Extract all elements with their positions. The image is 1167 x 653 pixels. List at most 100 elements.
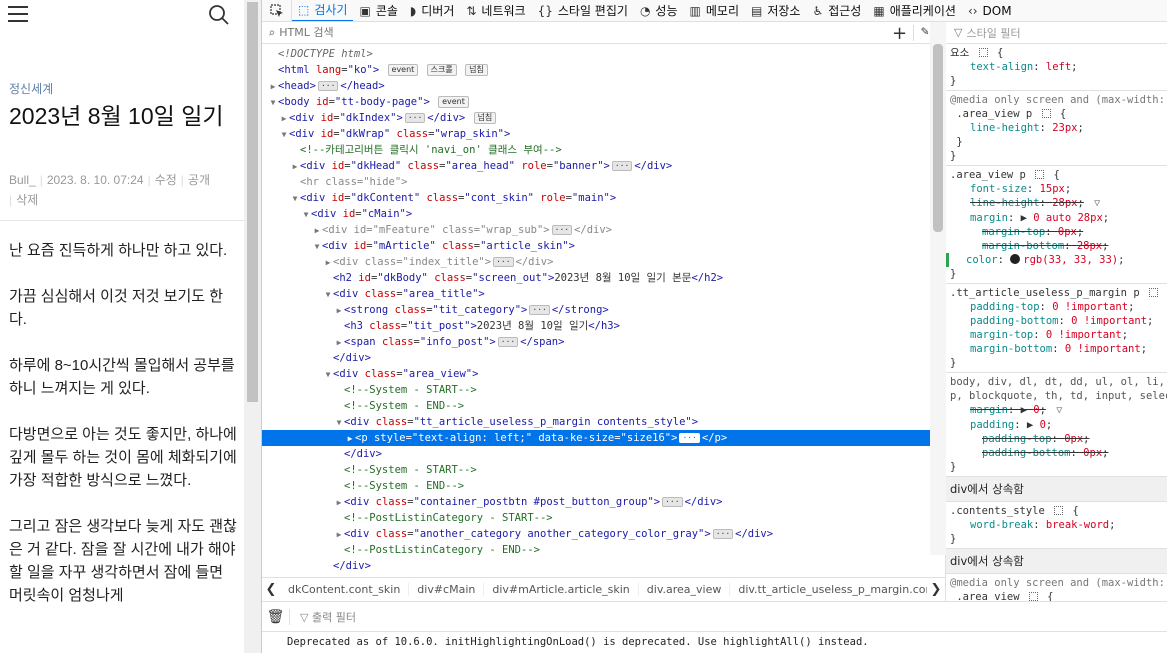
tab-network[interactable]: ⇅ 네트워크 xyxy=(460,0,531,21)
search-icon[interactable] xyxy=(208,4,230,26)
style-filter[interactable]: ▽ 스타일 필터 xyxy=(946,22,1167,44)
breadcrumb-item[interactable]: div#mArticle.article_skin xyxy=(484,583,639,596)
dom-node[interactable]: <html lang="ko"> event 스크롤 넘침 xyxy=(262,62,930,78)
dom-node[interactable]: <hr class="hide"> xyxy=(262,174,930,190)
dom-node[interactable]: ▶ <div id="dkHead" class="area_head" role… xyxy=(262,158,930,174)
dom-node[interactable]: ▶ <p style="text-align: left;" data-ke-si… xyxy=(262,430,930,446)
expand-arrow-icon[interactable]: ▶ xyxy=(334,527,344,543)
css-declaration[interactable]: padding: ▶ 0; xyxy=(950,418,1167,432)
dom-node[interactable]: <!--카테고리버튼 클릭시 'navi_on' 클래스 부여--> xyxy=(262,142,930,158)
expand-arrow-icon[interactable]: ▶ xyxy=(334,335,344,351)
tab-console[interactable]: ▣ 콘솔 xyxy=(353,0,403,21)
css-declaration[interactable]: margin-top: 0 !important; xyxy=(950,328,1167,342)
dom-node[interactable]: ▶ <div id="mFeature" class="wrap_sub"> ···… xyxy=(262,222,930,238)
chevron-left-icon[interactable]: ❮ xyxy=(262,582,280,597)
dom-node[interactable]: <!DOCTYPE html> xyxy=(262,46,930,62)
element-picker-icon[interactable] xyxy=(262,0,292,21)
collapse-arrow-icon[interactable]: ▼ xyxy=(323,367,333,383)
dom-node[interactable]: <!--PostListinCategory - END--> xyxy=(262,542,930,558)
dom-node[interactable]: ▼ <div id="dkContent" class="cont_skin" r… xyxy=(262,190,930,206)
expand-arrow-icon[interactable]: ▶ xyxy=(268,79,278,95)
css-declaration[interactable]: margin: ▶ 0; ▽ xyxy=(950,403,1167,418)
dom-node[interactable]: ▼ <div class="tt_article_useless_p_margin… xyxy=(262,414,930,430)
expand-arrow-icon[interactable]: ▶ xyxy=(290,159,300,175)
expand-arrow-icon[interactable]: ▶ xyxy=(345,431,355,447)
add-node-icon[interactable]: + xyxy=(892,23,907,44)
tab-memory[interactable]: ▥ 메모리 xyxy=(684,0,745,21)
collapse-arrow-icon[interactable]: ▼ xyxy=(334,415,344,431)
css-declaration[interactable]: margin: ▶ 0 auto 28px; xyxy=(950,211,1167,225)
dom-node[interactable]: ▶ <div class="container_postbtn #post_but… xyxy=(262,494,930,510)
dom-node[interactable]: ▶ <div class="index_title"> ··· </div> xyxy=(262,254,930,270)
tab-dom[interactable]: ‹› DOM xyxy=(962,0,1018,21)
trash-icon[interactable]: 🗑 xyxy=(262,608,290,625)
css-declaration[interactable]: padding-top: 0px; xyxy=(950,432,1167,446)
css-declaration[interactable]: margin-bottom: 0 !important; xyxy=(950,342,1167,356)
delete-link[interactable]: 삭제 xyxy=(16,193,38,207)
css-declaration[interactable]: padding-bottom: 0 !important; xyxy=(950,314,1167,328)
post-category[interactable]: 정신세계 xyxy=(9,80,53,97)
collapse-arrow-icon[interactable]: ▼ xyxy=(312,239,322,255)
css-declaration[interactable]: line-height: 28px; ▽ xyxy=(950,196,1167,211)
chevron-right-icon[interactable]: ❯ xyxy=(927,582,945,597)
expand-arrow-icon[interactable]: ▶ xyxy=(323,255,333,271)
css-declaration[interactable]: word-break: break-word; xyxy=(950,518,1167,532)
expand-arrow-icon[interactable]: ▶ xyxy=(334,495,344,511)
css-declaration[interactable]: font-size: 15px; xyxy=(950,182,1167,196)
console-filter[interactable]: ▽ 출력 필터 xyxy=(300,609,356,625)
css-declaration[interactable]: padding-bottom: 0px; xyxy=(950,446,1167,460)
tab-storage[interactable]: ▤ 저장소 xyxy=(745,0,806,21)
dom-node[interactable]: <!--PostListinCategory - START--> xyxy=(262,510,930,526)
dom-node[interactable]: ▼ <div class="area_view"> xyxy=(262,366,930,382)
scrollbar-thumb[interactable] xyxy=(247,2,258,402)
dom-node[interactable]: <!--System - END--> xyxy=(262,398,930,414)
visibility-link[interactable]: 공개 xyxy=(188,173,210,187)
breadcrumb-item[interactable]: div.area_view xyxy=(639,583,731,596)
css-declaration[interactable]: color: rgb(33, 33, 33); xyxy=(946,253,1167,267)
css-declaration[interactable]: margin-bottom: 28px; xyxy=(950,239,1167,253)
dom-node[interactable]: ▼ <div id="mArticle" class="article_skin"… xyxy=(262,238,930,254)
css-declaration[interactable]: line-height: 23px; xyxy=(950,121,1167,135)
dom-node[interactable]: ▼ <div id="cMain"> xyxy=(262,206,930,222)
dom-node[interactable]: ▶ <div id="dkIndex"> ··· </div> 넘침 xyxy=(262,110,930,126)
dom-node[interactable]: <!--System - START--> xyxy=(262,462,930,478)
edit-link[interactable]: 수정 xyxy=(155,173,177,187)
breadcrumb-item[interactable]: dkContent.cont_skin xyxy=(280,583,410,596)
collapse-arrow-icon[interactable]: ▼ xyxy=(279,127,289,143)
tab-accessibility[interactable]: ♿ 접근성 xyxy=(806,0,867,21)
dom-node[interactable]: ▼ <div class="area_title"> xyxy=(262,286,930,302)
dom-node[interactable]: <!--System - START--> xyxy=(262,382,930,398)
dom-node[interactable]: ▶ <head> ··· </head> xyxy=(262,78,930,94)
dom-node[interactable]: </div> xyxy=(262,350,930,366)
expand-arrow-icon[interactable]: ▶ xyxy=(279,111,289,127)
collapse-arrow-icon[interactable]: ▼ xyxy=(290,191,300,207)
dom-node[interactable]: ▶ <strong class="tit_category"> ··· </stron… xyxy=(262,302,930,318)
page-scrollbar[interactable] xyxy=(244,0,261,653)
tab-application[interactable]: ▦ 애플리케이션 xyxy=(867,0,962,21)
collapse-arrow-icon[interactable]: ▼ xyxy=(323,287,333,303)
menu-icon[interactable] xyxy=(8,6,28,22)
collapse-arrow-icon[interactable]: ▼ xyxy=(268,95,278,111)
breadcrumb-item[interactable]: div#cMain xyxy=(409,583,485,596)
css-declaration[interactable]: text-align: left; xyxy=(950,60,1167,74)
dom-node[interactable]: </div> xyxy=(262,446,930,462)
markup-scrollbar[interactable] xyxy=(930,22,946,555)
post-author[interactable]: Bull_ xyxy=(9,173,36,187)
dom-node[interactable]: <!--System - END--> xyxy=(262,478,930,494)
dom-node[interactable]: <h2 id="dkBody" class="screen_out">2023년… xyxy=(262,270,930,286)
breadcrumb-item[interactable]: div.tt_article_useless_p_margin.contents… xyxy=(730,583,927,596)
dom-node[interactable]: ▶ <span class="info_post"> ··· </span> xyxy=(262,334,930,350)
tab-inspector[interactable]: ⬚ 검사기 xyxy=(292,0,354,21)
scrollbar-thumb[interactable] xyxy=(933,44,943,232)
eyedropper-icon[interactable]: ✎ xyxy=(921,24,929,39)
tab-debugger[interactable]: ◗ 디버거 xyxy=(404,0,460,21)
dom-node[interactable]: ▼ <div id="dkWrap" class="wrap_skin"> xyxy=(262,126,930,142)
dom-node[interactable]: ▶ <div class="another_category another_ca… xyxy=(262,526,930,542)
expand-arrow-icon[interactable]: ▶ xyxy=(312,223,322,239)
html-search-input[interactable] xyxy=(279,26,840,39)
tab-performance[interactable]: ◔ 성능 xyxy=(634,0,684,21)
tab-style-editor[interactable]: {} 스타일 편집기 xyxy=(532,0,634,21)
dom-node[interactable]: ▼ <body id="tt-body-page"> event xyxy=(262,94,930,110)
dom-node[interactable]: </div> xyxy=(262,558,930,574)
collapse-arrow-icon[interactable]: ▼ xyxy=(301,207,311,223)
